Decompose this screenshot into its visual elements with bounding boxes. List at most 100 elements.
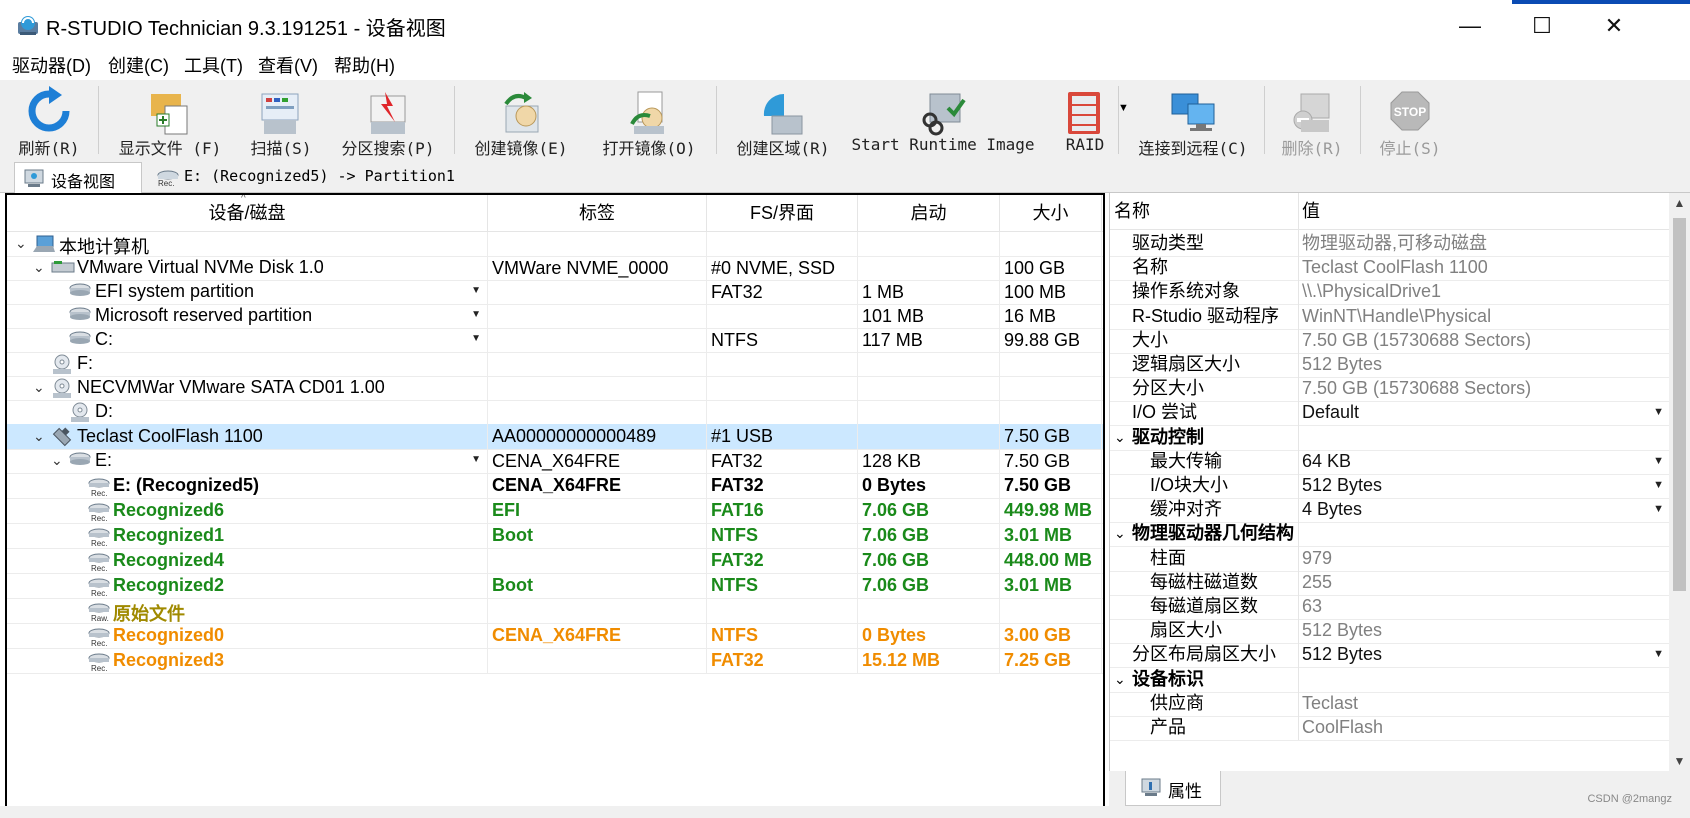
close-button[interactable]: ✕ [1578, 0, 1650, 52]
property-value[interactable]: Default [1302, 399, 1359, 425]
open-image-button[interactable]: 打开镜像(O) [588, 80, 710, 160]
device-name: D: [95, 401, 113, 421]
property-row: 分区大小 7.50 GB (15730688 Sectors) [1110, 375, 1670, 403]
scroll-down-icon[interactable]: ▼ [1669, 751, 1690, 771]
property-group[interactable]: ⌄ 驱动控制 [1110, 423, 1670, 451]
connect-remote-button[interactable]: 连接到远程(C) [1128, 80, 1258, 160]
raid-button[interactable]: RAID ▼ [1042, 80, 1129, 160]
device-name-cell: Rec. Recognized3 [7, 648, 488, 673]
expand-chevron-icon[interactable]: ⌄ [11, 235, 27, 252]
fs-cell: #1 USB [707, 424, 858, 449]
tree-row[interactable]: EFI system partition ▼ FAT32 1 MB 100 MB [7, 280, 1103, 305]
tab-properties[interactable]: 属性 [1125, 771, 1221, 806]
collapse-chevron-icon[interactable]: ⌄ [1114, 666, 1126, 692]
tree-row[interactable]: Microsoft reserved partition ▼ 101 MB 16 MB [7, 304, 1103, 329]
tree-row[interactable]: C: ▼ NTFS 117 MB 99.88 GB [7, 328, 1103, 353]
stop-button[interactable]: STOP 停止(S) [1370, 80, 1450, 160]
tree-row[interactable]: Rec. Recognized0 CENA_X64FRE NTFS 0 Bytes 3.0… [7, 623, 1103, 649]
start-runtime-image-button[interactable]: Start Runtime Image [850, 80, 1036, 160]
collapse-chevron-icon[interactable]: ⌄ [1114, 424, 1126, 450]
tree-row[interactable]: Rec. Recognized3 FAT32 15.12 MB 7.25 GB [7, 648, 1103, 674]
watermark: CSDN @2mangz [1587, 793, 1672, 805]
partition-search-button[interactable]: 分区搜索(P) [330, 80, 446, 160]
menu-tools[interactable]: 工具(T) [184, 52, 243, 80]
tree-row[interactable]: ⌄ NECVMWar VMware SATA CD01 1.00 [7, 376, 1103, 401]
value-dropdown-arrow-icon[interactable]: ▼ [1653, 496, 1664, 522]
tab-device-view[interactable]: 设备视图 [14, 162, 142, 193]
label-cell [488, 232, 707, 256]
value-dropdown-arrow-icon[interactable]: ▼ [1653, 448, 1664, 474]
tree-row[interactable]: F: [7, 352, 1103, 377]
tree-row[interactable]: Rec. E: (Recognized5) CENA_X64FRE FAT32 0 By… [7, 473, 1103, 499]
property-row[interactable]: I/O 尝试 Default ▼ [1110, 399, 1670, 427]
svg-text:STOP: STOP [1394, 105, 1426, 119]
icon-caption: Rec. [91, 563, 108, 573]
device-name: Recognized2 [113, 574, 225, 595]
property-group[interactable]: ⌄ 物理驱动器几何结构 [1110, 520, 1670, 548]
property-value: Teclast CoolFlash 1100 [1302, 257, 1488, 278]
label-cell [488, 598, 707, 623]
scroll-up-icon[interactable]: ▲ [1669, 193, 1690, 213]
expand-chevron-icon[interactable]: ⌄ [29, 379, 45, 396]
menu-drive[interactable]: 驱动器(D) [12, 52, 91, 80]
minimize-button[interactable]: — [1434, 0, 1506, 52]
property-row[interactable]: 最大传输 64 KB ▼ [1110, 447, 1670, 475]
col-label[interactable]: 标签 [488, 195, 707, 231]
tree-row[interactable]: Rec. Recognized4 FAT32 7.06 GB 448.00 MB [7, 548, 1103, 574]
menu-create[interactable]: 创建(C) [108, 52, 169, 80]
maximize-button[interactable]: ☐ [1506, 0, 1578, 52]
expand-chevron-icon[interactable]: ⌄ [47, 452, 63, 469]
size-cell [1000, 400, 1102, 424]
col-value[interactable]: 值 [1302, 198, 1320, 224]
property-row[interactable]: I/O块大小 512 Bytes ▼ [1110, 472, 1670, 499]
show-files-button[interactable]: 显示文件 (F) [106, 80, 234, 160]
col-size[interactable]: 大小 [1000, 195, 1102, 231]
value-dropdown-arrow-icon[interactable]: ▼ [1653, 399, 1664, 425]
col-start[interactable]: 启动 [858, 195, 1000, 231]
property-row[interactable]: 分区布局扇区大小 512 Bytes ▼ [1110, 641, 1670, 669]
tree-row[interactable]: Raw. 原始文件 [7, 598, 1103, 624]
collapse-chevron-icon[interactable]: ⌄ [1114, 520, 1126, 546]
value-dropdown-arrow-icon[interactable]: ▼ [1653, 641, 1664, 667]
property-value[interactable]: 64 KB [1302, 448, 1351, 474]
expand-chevron-icon[interactable]: ⌄ [29, 428, 45, 445]
column-divider [1298, 193, 1299, 229]
device-name: Recognized4 [113, 549, 225, 570]
create-image-button[interactable]: 创建镜像(E) [462, 80, 580, 160]
menu-help[interactable]: 帮助(H) [334, 52, 395, 80]
refresh-button[interactable]: 刷新(R) [8, 80, 90, 160]
col-device[interactable]: 设备/磁盘 [7, 195, 488, 231]
property-group[interactable]: ⌄ 设备标识 [1110, 665, 1670, 693]
row-dropdown-arrow-icon[interactable]: ▼ [467, 309, 481, 320]
tree-row[interactable]: Rec. Recognized6 EFI FAT16 7.06 GB 449.98 MB [7, 498, 1103, 524]
tree-row[interactable]: ⌄ Teclast CoolFlash 1100 AA00000000000489 #… [7, 424, 1103, 450]
property-value[interactable]: 512 Bytes [1302, 472, 1382, 498]
tree-row[interactable]: Rec. Recognized1 Boot NTFS 7.06 GB 3.01 MB [7, 523, 1103, 549]
tree-row[interactable]: Rec. Recognized2 Boot NTFS 7.06 GB 3.01 MB [7, 573, 1103, 599]
menu-view[interactable]: 查看(V) [258, 52, 318, 80]
row-dropdown-arrow-icon[interactable]: ▼ [467, 333, 481, 344]
value-dropdown-arrow-icon[interactable]: ▼ [1653, 472, 1664, 498]
runtime-image-icon [918, 86, 968, 138]
expand-chevron-icon[interactable]: ⌄ [29, 259, 45, 276]
label-cell [488, 548, 707, 573]
col-fs[interactable]: FS/界面 [707, 195, 858, 231]
tree-row[interactable]: ⌄ 本地计算机 [7, 232, 1103, 257]
tree-row[interactable]: ⌄ E: ▼ CENA_X64FRE FAT32 128 KB 7.50 GB [7, 449, 1103, 474]
property-row: 操作系统对象 \\.\PhysicalDrive1 [1110, 278, 1670, 306]
tree-row[interactable]: D: [7, 400, 1103, 425]
scroll-thumb[interactable] [1673, 218, 1686, 591]
properties-scrollbar[interactable]: ▲ ▼ [1669, 193, 1690, 771]
row-dropdown-arrow-icon[interactable]: ▼ [467, 454, 481, 465]
row-dropdown-arrow-icon[interactable]: ▼ [467, 285, 481, 296]
property-value[interactable]: 4 Bytes [1302, 496, 1362, 522]
property-row[interactable]: 缓冲对齐 4 Bytes ▼ [1110, 496, 1670, 524]
tab-partition[interactable]: Rec. E: (Recognized5) -> Partition1 [152, 162, 472, 192]
create-region-button[interactable]: 创建区域(R) [724, 80, 842, 160]
delete-button[interactable]: 删除(R) [1272, 80, 1352, 160]
col-name[interactable]: 名称 [1114, 198, 1150, 224]
tree-row[interactable]: ⌄ VMware Virtual NVMe Disk 1.0 VMWare NVME… [7, 256, 1103, 281]
scan-button[interactable]: 扫描(S) [244, 80, 318, 160]
device-name: E: (Recognized5) [113, 474, 260, 495]
property-value[interactable]: 512 Bytes [1302, 641, 1382, 667]
